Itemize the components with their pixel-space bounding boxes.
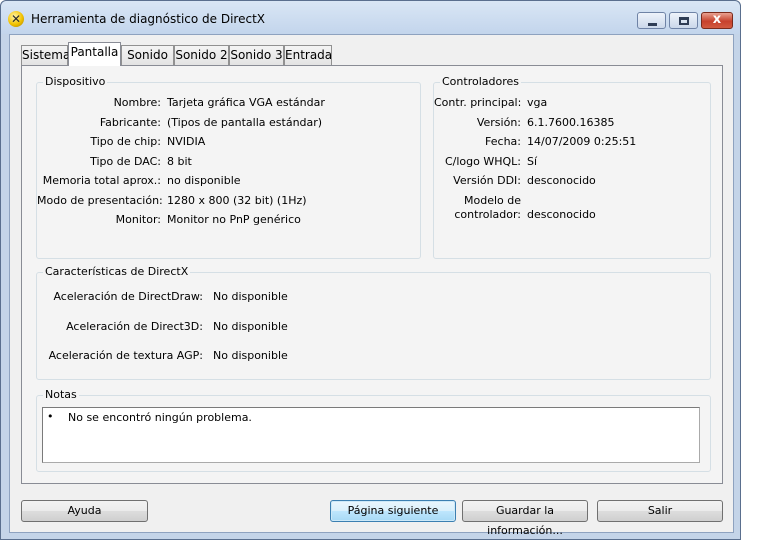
save-information-button[interactable]: Guardar la información...	[462, 500, 588, 537]
driver-model-value: desconocido	[527, 208, 596, 221]
tab-pantalla[interactable]: Pantalla	[68, 42, 121, 66]
direct3d-accel-label: Aceleración de Direct3D:	[66, 320, 203, 333]
manufacturer-label: Fabricante:	[99, 116, 161, 129]
device-name-value: Tarjeta gráfica VGA estándar	[167, 96, 325, 109]
display-mode-label: Modo de presentación:	[37, 194, 163, 207]
tab-sonido-3[interactable]: Sonido 3	[229, 45, 284, 65]
total-memory-label: Memoria total aprox.:	[42, 174, 161, 187]
chip-type-label: Tipo de chip:	[90, 135, 161, 148]
monitor-value: Monitor no PnP genérico	[167, 213, 301, 226]
directx-features-group: Características de DirectX Aceleración d…	[36, 265, 711, 380]
device-group-title: Dispositivo	[43, 75, 108, 88]
directdraw-accel-value: No disponible	[213, 290, 288, 303]
close-button[interactable]: x	[701, 12, 733, 29]
maximize-button[interactable]	[669, 12, 698, 29]
driver-model-label: Modelo de controlador:	[434, 194, 521, 222]
display-tab-panel: Dispositivo Nombre: Tarjeta gráfica VGA …	[21, 65, 723, 484]
window-title: Herramienta de diagnóstico de DirectX	[31, 12, 265, 26]
agp-texture-accel-value: No disponible	[213, 349, 288, 362]
note-bullet: •	[47, 410, 54, 423]
help-button[interactable]: Ayuda	[21, 500, 148, 522]
minimize-button[interactable]	[637, 12, 666, 29]
directx-icon: ✕	[8, 11, 24, 27]
direct3d-accel-value: No disponible	[213, 320, 288, 333]
notes-textbox[interactable]: • No se encontró ningún problema.	[42, 407, 700, 463]
directdraw-accel-label: Aceleración de DirectDraw:	[53, 290, 203, 303]
drivers-group-title: Controladores	[440, 75, 521, 88]
tab-sonido-2[interactable]: Sonido 2	[174, 45, 229, 65]
driver-date-value: 14/07/2009 0:25:51	[527, 135, 637, 148]
note-item: No se encontró ningún problema.	[68, 411, 252, 424]
dialog-client-area: Sistema Pantalla Sonido 1 Sonido 2 Sonid…	[9, 34, 734, 537]
monitor-label: Monitor:	[115, 213, 161, 226]
chip-type-value: NVIDIA	[167, 135, 206, 148]
tab-sonido-1[interactable]: Sonido 1	[121, 45, 174, 81]
agp-texture-accel-label: Aceleración de textura AGP:	[48, 349, 203, 362]
dac-type-label: Tipo de DAC:	[90, 155, 161, 168]
dac-type-value: 8 bit	[167, 155, 192, 168]
ddi-version-label: Versión DDI:	[453, 174, 521, 187]
close-icon: x	[712, 12, 722, 27]
driver-date-label: Fecha:	[485, 135, 521, 148]
driver-model-label-line2: controlador:	[454, 208, 521, 221]
dxdiag-window: ✕ Herramienta de diagnóstico de DirectX …	[0, 0, 741, 540]
notes-group: Notas • No se encontró ningún problema.	[36, 388, 711, 472]
notes-group-title: Notas	[43, 388, 79, 401]
next-page-button[interactable]: Página siguiente	[330, 500, 456, 522]
main-driver-label: Contr. principal:	[434, 96, 522, 109]
title-bar[interactable]: ✕ Herramienta de diagnóstico de DirectX …	[1, 1, 740, 34]
manufacturer-value: (Tipos de pantalla estándar)	[167, 116, 323, 129]
drivers-group: Controladores Contr. principal: vga Vers…	[433, 75, 711, 259]
tab-entrada[interactable]: Entrada	[284, 45, 332, 65]
minimize-icon	[648, 23, 657, 26]
whql-logo-label: C/logo WHQL:	[444, 155, 521, 168]
driver-model-label-line1: Modelo de	[463, 194, 521, 207]
main-driver-value: vga	[527, 96, 548, 109]
device-group: Dispositivo Nombre: Tarjeta gráfica VGA …	[36, 75, 421, 259]
whql-logo-value: Sí	[527, 155, 538, 168]
driver-version-label: Versión:	[476, 116, 521, 129]
directx-features-title: Características de DirectX	[43, 265, 191, 278]
device-name-label: Nombre:	[113, 96, 161, 109]
driver-version-value: 6.1.7600.16385	[527, 116, 615, 129]
tab-sistema[interactable]: Sistema	[21, 45, 70, 65]
ddi-version-value: desconocido	[527, 174, 596, 187]
exit-button[interactable]: Salir	[597, 500, 723, 522]
total-memory-value: no disponible	[167, 174, 241, 187]
display-mode-value: 1280 x 800 (32 bit) (1Hz)	[167, 194, 307, 207]
maximize-icon	[679, 17, 689, 25]
